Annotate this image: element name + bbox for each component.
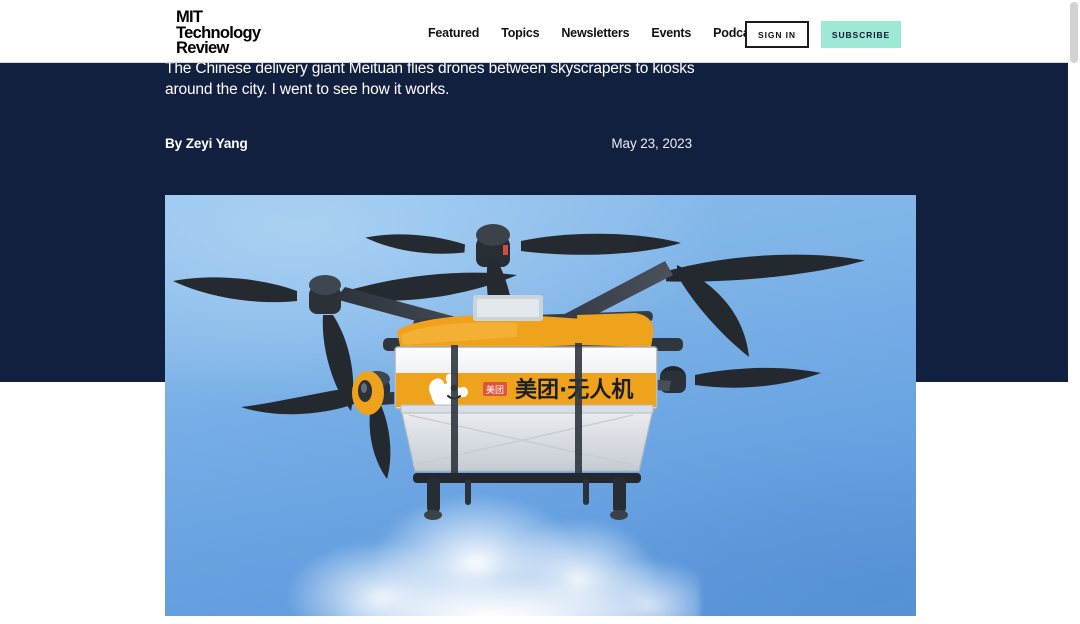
logo-line-review: Review: [176, 39, 229, 57]
article-dek: The Chinese delivery giant Meituan flies…: [165, 60, 695, 98]
subscribe-button[interactable]: SUBSCRIBE: [821, 21, 901, 48]
hero-image: 美团 美团·无人机: [165, 195, 916, 616]
nav-topics[interactable]: Topics: [490, 26, 550, 40]
delivery-drone-illustration: 美团 美团·无人机: [173, 224, 866, 520]
primary-navigation: Featured Topics Newsletters Events Podca…: [428, 26, 778, 40]
drone-badge-text: 美团: [486, 384, 504, 396]
article-byline-row: By Zeyi Yang May 23, 2023: [165, 136, 692, 151]
hero-dot-pattern-right-lower: [916, 382, 1080, 442]
nav-events[interactable]: Events: [640, 26, 702, 40]
vertical-scrollbar-thumb[interactable]: [1070, 2, 1078, 63]
article-date: May 23, 2023: [611, 136, 692, 151]
site-header: MIT Technology Review Featured Topics Ne…: [0, 0, 1072, 63]
article-author[interactable]: By Zeyi Yang: [165, 136, 248, 151]
hero-dot-pattern-left-lower: [0, 478, 166, 624]
nav-newsletters[interactable]: Newsletters: [550, 26, 640, 40]
drone-brand-text: 美团·无人机: [515, 377, 633, 403]
nav-featured[interactable]: Featured: [428, 26, 490, 40]
sign-in-button[interactable]: SIGN IN: [745, 21, 809, 48]
site-logo[interactable]: MIT Technology Review: [176, 9, 261, 57]
vertical-scrollbar-track[interactable]: [1068, 0, 1080, 624]
page-root: The Chinese delivery giant Meituan flies…: [0, 0, 1080, 624]
